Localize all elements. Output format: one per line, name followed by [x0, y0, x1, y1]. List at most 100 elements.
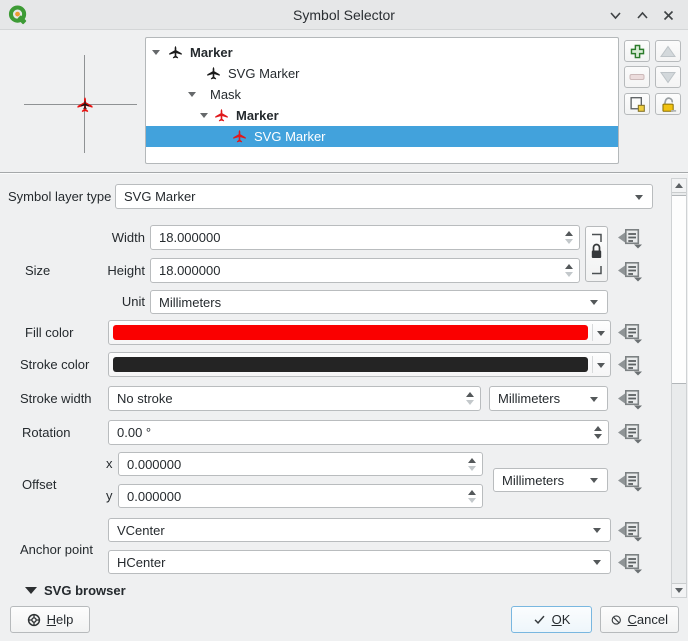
- width-data-defined-override-button[interactable]: [616, 226, 644, 249]
- chevron-down-icon: [593, 560, 601, 565]
- close-window-icon[interactable]: [661, 8, 676, 23]
- spinner-arrows-icon[interactable]: [467, 485, 477, 507]
- cancel-button[interactable]: Cancel: [600, 606, 679, 633]
- offset-data-defined-override-button[interactable]: [616, 469, 644, 492]
- stroke-color-data-defined-override-button[interactable]: [616, 353, 644, 376]
- offset-unit-combo[interactable]: Millimeters: [493, 468, 608, 492]
- data-defined-icon: [617, 260, 643, 282]
- height-spinbox[interactable]: 18.000000: [150, 258, 580, 283]
- svg-browser-section-header[interactable]: SVG browser: [0, 583, 660, 598]
- symbol-selector-dialog: Symbol Selector Marker SVG Marker Mask M…: [0, 0, 688, 641]
- fill-color-button[interactable]: [108, 320, 611, 345]
- rotation-data-defined-override-button[interactable]: [616, 421, 644, 444]
- anchor-horizontal-value: HCenter: [117, 551, 165, 573]
- help-button[interactable]: Help: [10, 606, 90, 633]
- anchor-h-data-defined-override-button[interactable]: [616, 551, 644, 574]
- stroke-width-unit-combo[interactable]: Millimeters: [489, 386, 608, 411]
- offset-y-spinbox[interactable]: 0.000000: [118, 484, 483, 508]
- remove-symbol-layer-button[interactable]: [624, 66, 650, 88]
- unit-label: Unit: [85, 290, 145, 314]
- data-defined-icon: [617, 354, 643, 376]
- check-icon: [533, 613, 546, 626]
- anchor-point-label: Anchor point: [20, 538, 93, 562]
- size-unit-combo[interactable]: Millimeters: [150, 290, 608, 314]
- offset-x-spinbox[interactable]: 0.000000: [118, 452, 483, 476]
- expander-icon[interactable]: [188, 92, 196, 97]
- tree-row[interactable]: SVG Marker: [146, 63, 618, 84]
- spinner-arrows-icon[interactable]: [593, 421, 603, 444]
- rotation-spinbox[interactable]: 0.00 °: [108, 420, 609, 445]
- chevron-down-icon: [593, 528, 601, 533]
- spinner-arrows-icon[interactable]: [564, 259, 574, 282]
- move-layer-up-button[interactable]: [655, 40, 681, 62]
- width-spinbox[interactable]: 18.000000: [150, 225, 580, 250]
- vertical-scrollbar[interactable]: [671, 178, 687, 598]
- stroke-width-value: No stroke: [117, 387, 173, 410]
- fill-color-data-defined-override-button[interactable]: [616, 321, 644, 344]
- tree-row[interactable]: Mask: [146, 84, 618, 105]
- svg-marker-layer-icon: [206, 66, 221, 81]
- spinner-arrows-icon[interactable]: [564, 226, 574, 249]
- width-value: 18.000000: [159, 226, 220, 249]
- fill-color-swatch: [113, 325, 588, 340]
- expander-icon[interactable]: [200, 113, 208, 118]
- stroke-width-spinbox[interactable]: No stroke: [108, 386, 481, 411]
- rotation-value: 0.00 °: [117, 421, 151, 444]
- duplicate-layer-button[interactable]: [624, 93, 650, 115]
- data-defined-icon: [617, 470, 643, 492]
- data-defined-icon: [617, 322, 643, 344]
- tree-row-label: Marker: [190, 42, 233, 63]
- tree-row-label: SVG Marker: [228, 63, 300, 84]
- expander-icon[interactable]: [152, 50, 160, 55]
- move-layer-down-button[interactable]: [655, 66, 681, 88]
- width-label: Width: [85, 225, 145, 250]
- spinner-arrows-icon[interactable]: [467, 453, 477, 475]
- svg-browser-label: SVG browser: [44, 583, 126, 598]
- lock-aspect-ratio-button[interactable]: [585, 226, 608, 282]
- chevron-down-icon[interactable]: [597, 363, 605, 368]
- anchor-vertical-combo[interactable]: VCenter: [108, 518, 611, 542]
- stroke-color-button[interactable]: [108, 352, 611, 377]
- chevron-down-icon[interactable]: [597, 331, 605, 336]
- tree-row-label: SVG Marker: [254, 126, 326, 147]
- stroke-width-data-defined-override-button[interactable]: [616, 387, 644, 410]
- lock-layer-color-button[interactable]: [655, 93, 681, 115]
- add-symbol-layer-button[interactable]: [624, 40, 650, 62]
- triangle-up-icon: [675, 183, 683, 188]
- tree-row[interactable]: Marker: [146, 105, 618, 126]
- symbol-layer-type-combo[interactable]: SVG Marker: [115, 184, 653, 209]
- scroll-up-button[interactable]: [672, 179, 686, 193]
- svg-marker-layer-icon: [232, 129, 247, 144]
- spinner-arrows-icon[interactable]: [465, 387, 475, 410]
- remove-layer-icon: [629, 73, 645, 81]
- marker-symbol-icon: [168, 45, 183, 60]
- anchor-vertical-value: VCenter: [117, 519, 165, 541]
- lock-open-icon: [660, 96, 677, 113]
- triangle-down-icon: [675, 588, 683, 593]
- anchor-horizontal-combo[interactable]: HCenter: [108, 550, 611, 574]
- stroke-color-label: Stroke color: [20, 352, 89, 377]
- stroke-width-label: Stroke width: [20, 386, 92, 411]
- window-title: Symbol Selector: [0, 0, 688, 30]
- help-button-label: Help: [47, 612, 74, 627]
- offset-x-label: x: [106, 452, 113, 476]
- height-data-defined-override-button[interactable]: [616, 259, 644, 282]
- data-defined-icon: [617, 520, 643, 542]
- lock-aspect-icon: [588, 230, 605, 278]
- tree-row-selected[interactable]: SVG Marker: [146, 126, 618, 147]
- scrollbar-thumb[interactable]: [672, 195, 686, 384]
- titlebar[interactable]: Symbol Selector: [0, 0, 688, 30]
- symbol-layer-tree[interactable]: Marker SVG Marker Mask Marker SVG Marker: [145, 37, 619, 164]
- shade-window-icon[interactable]: [608, 8, 623, 23]
- maximize-window-icon[interactable]: [635, 8, 650, 23]
- tree-row-label: Mask: [210, 84, 241, 105]
- ok-button[interactable]: OK: [511, 606, 592, 633]
- scroll-down-button[interactable]: [672, 583, 686, 597]
- data-defined-icon: [617, 422, 643, 444]
- chevron-down-icon: [590, 397, 598, 402]
- marker-symbol-icon: [214, 108, 229, 123]
- cancel-button-label: Cancel: [628, 612, 668, 627]
- anchor-v-data-defined-override-button[interactable]: [616, 519, 644, 542]
- tree-row[interactable]: Marker: [146, 42, 618, 63]
- height-label: Height: [85, 258, 145, 283]
